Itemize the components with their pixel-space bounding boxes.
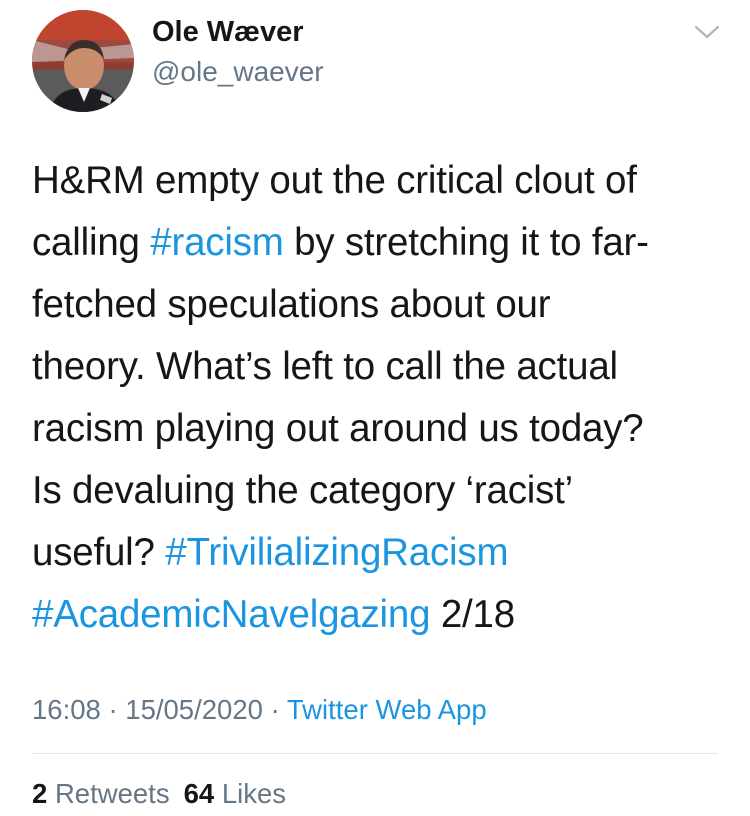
tweet-detail: Ole Wæver @ole_waever H&RM empty out the… — [0, 0, 750, 816]
meta-separator: · — [108, 694, 118, 725]
tweet-date[interactable]: 15/05/2020 — [125, 694, 263, 725]
retweets-stat[interactable]: 2 Retweets — [32, 778, 170, 809]
chevron-down-icon[interactable] — [693, 22, 721, 42]
likes-stat[interactable]: 64 Likes — [184, 778, 286, 809]
tweet-text-line: theory. What’s left to call the actual — [32, 336, 722, 398]
tweet-text-segment: by stretching it to far- — [283, 221, 649, 264]
tweet-text-segment: H&RM empty out the critical clout of — [32, 159, 637, 202]
tweet-text-segment: Is devaluing the category ‘racist’ — [32, 469, 574, 512]
tweet-text-segment: useful? — [32, 531, 166, 574]
tweet-stats: 2 Retweets 64 Likes — [32, 778, 286, 810]
tweet-text-line: fetched speculations about our — [32, 274, 722, 336]
tweet-text-line: calling #racism by stretching it to far- — [32, 212, 722, 274]
tweet-text: H&RM empty out the critical clout of call… — [32, 150, 722, 646]
retweets-count: 2 — [32, 778, 48, 809]
tweet-text-segment: fetched speculations about our — [32, 283, 551, 326]
tweet-source[interactable]: Twitter Web App — [287, 694, 487, 725]
likes-label: Likes — [221, 778, 287, 809]
author-name[interactable]: Ole Wæver — [152, 16, 304, 49]
hashtag-link[interactable]: #AcademicNavelgazing — [32, 593, 431, 636]
hashtag-link[interactable]: #TrivilializingRacism — [165, 531, 508, 574]
tweet-meta: 16:08 · 15/05/2020 · Twitter Web App — [32, 694, 487, 726]
retweets-label: Retweets — [54, 778, 170, 809]
tweet-text-segment: calling — [32, 221, 151, 264]
avatar[interactable] — [32, 10, 134, 112]
hashtag-link[interactable]: #racism — [150, 221, 284, 264]
tweet-text-segment: theory. What’s left to call the actual — [32, 345, 618, 388]
tweet-time[interactable]: 16:08 — [32, 694, 101, 725]
author-handle[interactable]: @ole_waever — [152, 56, 324, 88]
tweet-text-segment: racism playing out around us today? — [32, 407, 644, 450]
avatar-photo — [32, 10, 134, 112]
tweet-text-line: Is devaluing the category ‘racist’ — [32, 460, 722, 522]
tweet-text-line: racism playing out around us today? — [32, 398, 722, 460]
tweet-text-segment: 2/18 — [430, 593, 515, 636]
likes-count: 64 — [183, 778, 215, 809]
divider — [32, 753, 718, 754]
tweet-text-line: H&RM empty out the critical clout of — [32, 150, 722, 212]
meta-separator: · — [270, 694, 280, 725]
tweet-text-line: useful? #TrivilializingRacism — [32, 522, 722, 584]
tweet-text-line: #AcademicNavelgazing 2/18 — [32, 584, 722, 646]
